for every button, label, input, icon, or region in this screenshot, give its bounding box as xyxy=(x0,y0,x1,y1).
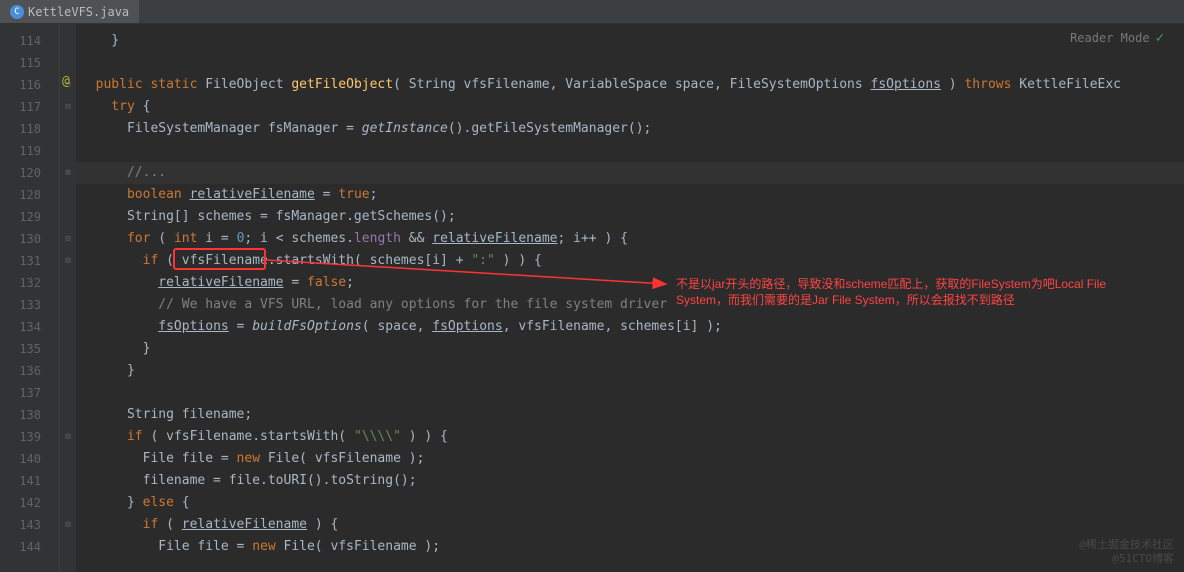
code-line: public static FileObject getFileObject( … xyxy=(76,74,1184,96)
line-number: 134 xyxy=(0,316,59,338)
code-line: for ( int i = 0; i < schemes.length && r… xyxy=(76,228,1184,250)
fold-marker[interactable]: ⊟ xyxy=(60,96,76,118)
line-number: 132 xyxy=(0,272,59,294)
code-line: } xyxy=(76,30,1184,52)
code-line: } xyxy=(76,360,1184,382)
fold-marker[interactable]: ⊟ xyxy=(60,426,76,448)
code-line: fsOptions = buildFsOptions( space, fsOpt… xyxy=(76,316,1184,338)
line-number: 140 xyxy=(0,448,59,470)
fold-marker[interactable] xyxy=(60,118,76,140)
fold-marker[interactable]: ⊟ xyxy=(60,228,76,250)
code-line: String[] schemes = fsManager.getSchemes(… xyxy=(76,206,1184,228)
code-line: filename = file.toURI().toString(); xyxy=(76,470,1184,492)
code-line: } else { xyxy=(76,492,1184,514)
code-line: boolean relativeFilename = true; xyxy=(76,184,1184,206)
line-number: 138 xyxy=(0,404,59,426)
fold-marker[interactable] xyxy=(60,140,76,162)
line-number: 128 xyxy=(0,184,59,206)
code-line: //... xyxy=(76,162,1184,184)
code-line: try { xyxy=(76,96,1184,118)
line-number: 141 xyxy=(0,470,59,492)
line-number: 137 xyxy=(0,382,59,404)
line-number: 131 xyxy=(0,250,59,272)
line-number: 139 xyxy=(0,426,59,448)
line-gutter: 114 115 116 117 118 119 120 128 129 130 … xyxy=(0,24,60,572)
code-line: File file = new File( vfsFilename ); xyxy=(76,536,1184,558)
line-number: 116 xyxy=(0,74,59,96)
line-number: 115 xyxy=(0,52,59,74)
fold-marker[interactable]: ⊟ xyxy=(60,514,76,536)
code-line: FileSystemManager fsManager = getInstanc… xyxy=(76,118,1184,140)
code-line: if ( vfsFilename.startsWith( "\\\\" ) ) … xyxy=(76,426,1184,448)
watermark: @稀土掘金技术社区 @51CTO博客 xyxy=(1079,538,1174,566)
java-class-icon: C xyxy=(10,5,24,19)
annotation-comment: 不是以jar开头的路径，导致没和scheme匹配上，获取的FileSystem为… xyxy=(676,276,1176,308)
line-number: 143 xyxy=(0,514,59,536)
code-line xyxy=(76,140,1184,162)
line-number: 117 xyxy=(0,96,59,118)
line-number: 118 xyxy=(0,118,59,140)
fold-marker[interactable]: ⊟ xyxy=(60,250,76,272)
code-line: File file = new File( vfsFilename ); xyxy=(76,448,1184,470)
line-number: 129 xyxy=(0,206,59,228)
code-line: if ( relativeFilename ) { xyxy=(76,514,1184,536)
fold-marker[interactable]: ⊞ xyxy=(60,162,76,184)
line-number: 114 xyxy=(0,30,59,52)
code-line: if ( vfsFilename.startsWith( schemes[i] … xyxy=(76,250,1184,272)
fold-marker[interactable] xyxy=(60,30,76,52)
file-tab[interactable]: C KettleVFS.java xyxy=(0,0,139,23)
line-number: 120 xyxy=(0,162,59,184)
editor[interactable]: 114 115 116 117 118 119 120 128 129 130 … xyxy=(0,24,1184,572)
code-line: } xyxy=(76,338,1184,360)
code-area[interactable]: } public static FileObject getFileObject… xyxy=(76,24,1184,572)
tab-bar: C KettleVFS.java xyxy=(0,0,1184,24)
fold-column: ⊟ ⊟ ⊞ ⊟ ⊟ ⊟ ⊟ xyxy=(60,24,76,572)
code-line xyxy=(76,52,1184,74)
at-annotation-icon: @ xyxy=(62,74,70,89)
line-number: 142 xyxy=(0,492,59,514)
code-line: String filename; xyxy=(76,404,1184,426)
line-number: 135 xyxy=(0,338,59,360)
fold-marker[interactable] xyxy=(60,52,76,74)
line-number: 144 xyxy=(0,536,59,558)
line-number: 119 xyxy=(0,140,59,162)
code-line xyxy=(76,382,1184,404)
line-number: 130 xyxy=(0,228,59,250)
tab-filename: KettleVFS.java xyxy=(28,5,129,19)
line-number: 133 xyxy=(0,294,59,316)
line-number: 136 xyxy=(0,360,59,382)
